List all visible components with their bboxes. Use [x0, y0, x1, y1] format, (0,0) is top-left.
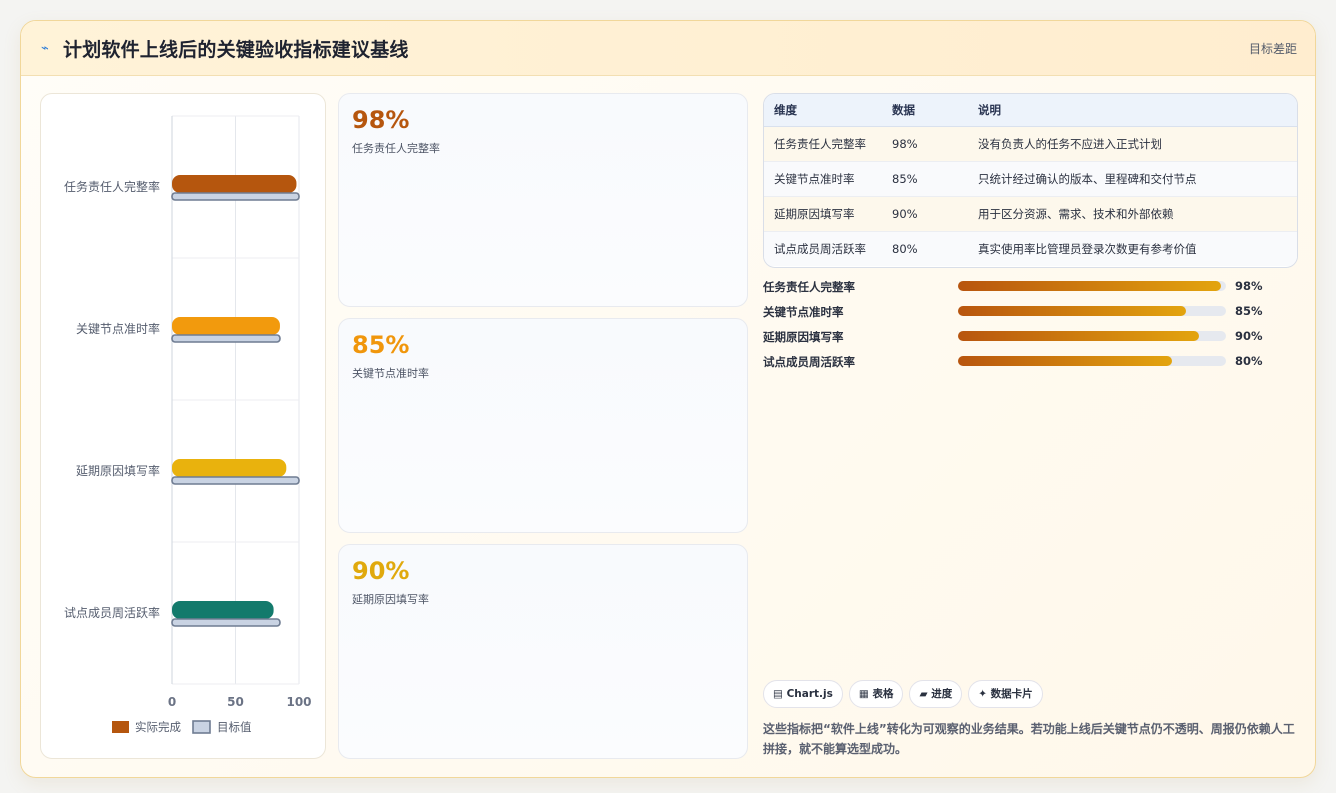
progress-row: 关键节点准时率 85% [763, 301, 1296, 326]
category-label: 延期原因填写率 [76, 463, 160, 478]
cell-dimension: 延期原因填写率 [764, 196, 892, 232]
bar-target [171, 334, 281, 343]
bar-target [171, 192, 300, 201]
progress-fill [958, 306, 1186, 316]
progress-value: 98% [1235, 279, 1263, 293]
bar-target [171, 476, 300, 485]
progress-value: 90% [1235, 329, 1263, 343]
metric-card-delay: 90% 延期原因填写率 [338, 544, 748, 759]
progress-fill [958, 281, 1221, 291]
progress-label: 关键节点准时率 [763, 305, 844, 319]
chip-label: Chart.js [786, 688, 833, 700]
col-header-dimension: 维度 [764, 94, 892, 127]
table-header-row: 维度 数据 说明 [764, 94, 1297, 127]
category-label: 试点成员周活跃率 [64, 605, 160, 620]
bar-actual [172, 175, 297, 193]
col-header-data: 数据 [892, 94, 978, 127]
chip-label: 数据卡片 [990, 688, 1033, 700]
chip-label: 进度 [931, 688, 953, 700]
dashboard-frame: ⌁ 计划软件上线后的关键验收指标建议基线 目标差距 任务责任人完整率 关键节点准时… [20, 20, 1316, 778]
sparkle-icon: ✦ [978, 688, 988, 700]
progress-row: 延期原因填写率 90% [763, 326, 1296, 351]
progress-track [958, 306, 1226, 316]
metric-value: 90% [352, 557, 410, 585]
page-title: 计划软件上线后的关键验收指标建议基线 [63, 39, 409, 61]
category-label: 关键节点准时率 [76, 321, 160, 336]
legend-label-target: 目标值 [217, 720, 252, 734]
chip-chartjs[interactable]: ▤ Chart.js [763, 680, 843, 708]
metrics-table: 维度 数据 说明 任务责任人完整率 98% 没有负责人的任务不应进入正式计划 关… [763, 93, 1298, 268]
bar-chart-panel: 任务责任人完整率关键节点准时率 延期原因填写率试点成员周活跃率 0 50 100 实际完成… [40, 93, 326, 759]
progress-list: 任务责任人完整率 98% 关键节点准时率 85% 延期原因填写率 90% 试点成… [763, 276, 1296, 376]
progress-value: 85% [1235, 304, 1263, 318]
metric-card-owner: 98% 任务责任人完整率 [338, 93, 748, 307]
legend-swatch-actual [112, 721, 129, 733]
cell-value: 98% [892, 126, 978, 162]
summary-note: 这些指标把“软件上线”转化为可观察的业务结果。若功能上线后关键节点仍不透明、周报… [763, 722, 1295, 756]
chip-data-cards[interactable]: ✦ 数据卡片 [968, 680, 1043, 708]
chart-trend-icon: ⌁ [41, 41, 49, 56]
progress-fill [958, 331, 1200, 341]
table-row: 试点成员周活跃率 80% 真实使用率比管理员登录次数更有参考价值 [764, 231, 1297, 266]
cell-dimension: 试点成员周活跃率 [764, 231, 892, 266]
progress-icon: ▰ [919, 688, 928, 700]
legend-swatch-target [192, 720, 211, 734]
col-header-desc: 说明 [978, 94, 1297, 127]
x-tick-label: 100 [286, 695, 311, 709]
bar-actual [172, 459, 287, 477]
category-label: 任务责任人完整率 [64, 179, 160, 194]
view-chips: ▤ Chart.js ▦ 表格 ▰ 进度 ✦ 数据卡片 [763, 680, 1049, 708]
legend-label-actual: 实际完成 [135, 720, 181, 734]
x-tick-label: 50 [227, 695, 244, 709]
metric-value: 98% [352, 106, 410, 134]
progress-label: 任务责任人完整率 [763, 280, 855, 294]
cell-value: 80% [892, 231, 978, 266]
bar-target [171, 618, 281, 627]
header-bar: ⌁ 计划软件上线后的关键验收指标建议基线 目标差距 [21, 21, 1315, 76]
table-icon: ▦ [858, 688, 869, 700]
progress-track [958, 356, 1226, 366]
chip-progress[interactable]: ▰ 进度 [909, 680, 963, 708]
bar-chart: 任务责任人完整率关键节点准时率延期原因填写率试点成员周活跃率 0 50 100 实际完成… [64, 115, 312, 734]
cell-dimension: 任务责任人完整率 [764, 126, 892, 162]
progress-track [958, 331, 1226, 341]
progress-label: 延期原因填写率 [763, 330, 844, 344]
table-row: 任务责任人完整率 98% 没有负责人的任务不应进入正式计划 [764, 126, 1297, 162]
progress-row: 试点成员周活跃率 80% [763, 351, 1296, 376]
chart-icon: ▤ [773, 688, 783, 700]
cell-value: 90% [892, 196, 978, 232]
metric-label: 任务责任人完整率 [352, 142, 440, 155]
metric-label: 延期原因填写率 [352, 593, 429, 606]
table-row: 关键节点准时率 85% 只统计经过确认的版本、里程碑和交付节点 [764, 161, 1297, 197]
chip-table[interactable]: ▦ 表格 [848, 680, 904, 708]
chip-label: 表格 [872, 688, 894, 700]
x-tick-label: 0 [168, 695, 176, 709]
metric-card-ontime: 85% 关键节点准时率 [338, 318, 748, 533]
cell-desc: 真实使用率比管理员登录次数更有参考价值 [978, 231, 1297, 266]
progress-track [958, 281, 1226, 291]
metric-label: 关键节点准时率 [352, 367, 429, 380]
cell-value: 85% [892, 161, 978, 197]
cell-desc: 没有负责人的任务不应进入正式计划 [978, 126, 1297, 162]
table-row: 延期原因填写率 90% 用于区分资源、需求、技术和外部依赖 [764, 196, 1297, 232]
metric-value: 85% [352, 331, 410, 359]
cell-dimension: 关键节点准时率 [764, 161, 892, 197]
cell-desc: 用于区分资源、需求、技术和外部依赖 [978, 196, 1297, 232]
progress-row: 任务责任人完整率 98% [763, 276, 1296, 301]
progress-value: 80% [1235, 354, 1263, 368]
progress-fill [958, 356, 1173, 366]
gap-link[interactable]: 目标差距 [1249, 40, 1297, 57]
progress-label: 试点成员周活跃率 [763, 355, 855, 369]
cell-desc: 只统计经过确认的版本、里程碑和交付节点 [978, 161, 1297, 197]
bar-actual [172, 317, 280, 335]
bar-actual [172, 601, 274, 619]
